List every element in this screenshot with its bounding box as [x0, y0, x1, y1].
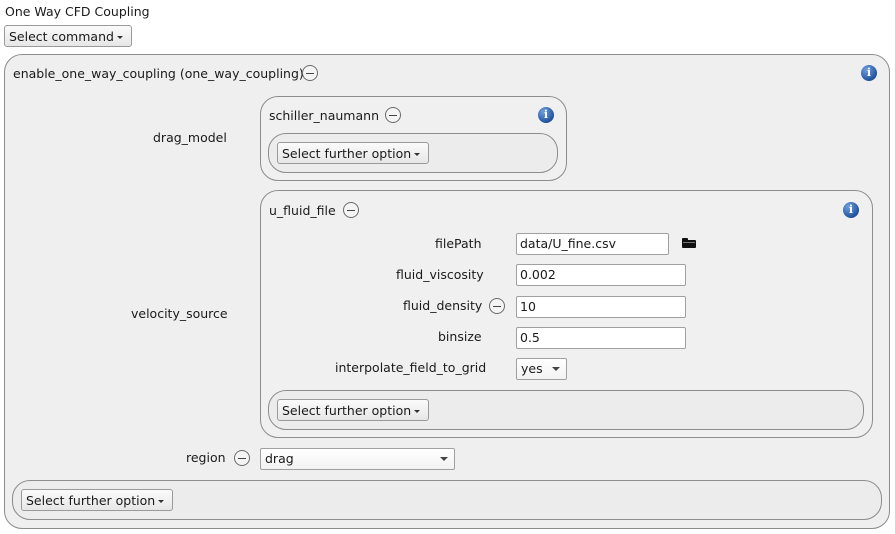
dropdown-caret-icon: [116, 35, 123, 39]
u-fluid-file-title: u_fluid_file: [269, 203, 336, 218]
fluid-viscosity-input[interactable]: 0.002: [516, 264, 686, 286]
further-option-label: Select further option: [26, 492, 156, 508]
region-selected-value: drag: [265, 451, 294, 466]
main-further-option-button[interactable]: Select further option: [21, 489, 174, 511]
binsize-input[interactable]: 0.5: [516, 327, 686, 349]
schiller-naumann-title: schiller_naumann: [269, 108, 379, 123]
interpolate-field-to-grid-label: interpolate_field_to_grid: [335, 360, 487, 375]
fluid-viscosity-label: fluid_viscosity: [396, 267, 484, 282]
further-option-label: Select further option: [282, 402, 412, 418]
dropdown-caret-icon: [414, 152, 421, 156]
binsize-label: binsize: [438, 329, 482, 344]
remove-one-way-coupling-icon[interactable]: [302, 65, 318, 81]
info-icon[interactable]: i: [538, 107, 554, 123]
select-command-label: Select command: [9, 28, 114, 44]
region-select[interactable]: drag: [260, 448, 455, 470]
velocity-source-label: velocity_source: [131, 306, 228, 321]
remove-drag-model-icon[interactable]: [385, 107, 401, 123]
main-panel-title: enable_one_way_coupling (one_way_couplin…: [13, 66, 304, 81]
filepath-input[interactable]: data/U_fine.csv: [516, 233, 669, 255]
remove-region-icon[interactable]: [234, 450, 250, 466]
drag-model-further-option-button[interactable]: Select further option: [277, 142, 430, 164]
dropdown-caret-icon: [158, 499, 165, 503]
fluid-density-label: fluid_density: [403, 298, 483, 313]
info-icon[interactable]: i: [843, 202, 859, 218]
velocity-source-further-option-button[interactable]: Select further option: [277, 399, 430, 421]
select-command-button[interactable]: Select command: [4, 25, 132, 47]
dropdown-caret-icon: [414, 409, 421, 413]
window-title: One Way CFD Coupling: [5, 4, 150, 19]
drag-model-label: drag_model: [153, 130, 227, 145]
remove-fluid-density-icon[interactable]: [489, 298, 505, 314]
filepath-label: filePath: [435, 236, 482, 251]
interpolate-selected-value: yes: [521, 361, 543, 376]
info-icon[interactable]: i: [861, 65, 877, 81]
chevron-down-icon: [440, 457, 448, 461]
fluid-density-input[interactable]: 10: [516, 296, 686, 318]
folder-icon[interactable]: [682, 238, 696, 248]
further-option-label: Select further option: [282, 145, 412, 161]
chevron-down-icon: [552, 367, 560, 371]
remove-velocity-source-icon[interactable]: [343, 202, 359, 218]
interpolate-field-to-grid-select[interactable]: yes: [516, 358, 567, 380]
region-label: region: [186, 450, 226, 465]
